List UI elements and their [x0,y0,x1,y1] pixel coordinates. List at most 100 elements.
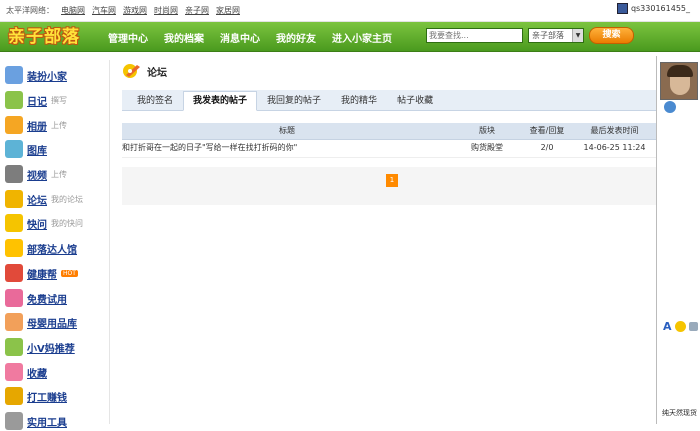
diary-icon [5,91,23,109]
chat-contact-avatar[interactable] [660,62,698,100]
column-header-last-post: 最后发表时间 [590,126,639,135]
site-links-label: 太平洋网络： [6,6,54,15]
sidebar-item[interactable]: 健康帮 HOT [5,263,78,283]
sidebar-item-label[interactable]: 母婴用品库 [27,315,77,330]
font-icon[interactable]: A [663,320,672,333]
search-input[interactable] [426,28,523,43]
nav-admin-center[interactable]: 管理中心 [108,30,148,45]
site-link-fashion[interactable]: 时尚网 [154,5,178,16]
column-header-title: 标题 [279,126,295,135]
sidebar-item-label[interactable]: 收藏 [27,365,47,380]
sidebar-item[interactable]: 收藏 [5,362,47,382]
sidebar-item-label[interactable]: 论坛 [27,192,47,207]
column-header-board: 版块 [479,126,495,135]
sidebar-item-label[interactable]: 实用工具 [27,414,67,429]
sidebar-item[interactable]: 装扮小家 [5,65,67,85]
online-status-icon [664,101,676,113]
album-icon [5,116,23,134]
page-title: 论坛 [122,62,167,80]
sidebar-item[interactable]: 图库 [5,139,47,159]
sidebar-item[interactable]: 相册 上传 [5,115,67,135]
sidebar-item-label[interactable]: 装扮小家 [27,68,67,83]
tab-my-signature[interactable]: 我的签名 [127,91,183,111]
nav-my-friends[interactable]: 我的好友 [276,30,316,45]
sidebar-item-sublink[interactable]: 我的论坛 [51,194,83,205]
sidebar-item-sublink[interactable]: 撰写 [51,95,67,106]
gift-icon [5,289,23,307]
sidebar-item-label[interactable]: 打工赚钱 [27,389,67,404]
forum-icon [5,190,23,208]
eraser-icon [5,363,23,381]
post-board-link[interactable]: 购货殿堂 [452,140,522,157]
hair-shape [667,65,693,77]
more-icon[interactable] [688,322,698,331]
star-icon [5,239,23,257]
sidebar-item-label[interactable]: 视频 [27,167,47,182]
gallery-icon [5,140,23,158]
sidebar-item-sublink[interactable]: 上传 [51,120,67,131]
tab-post-favorites[interactable]: 帖子收藏 [387,91,443,111]
emoji-icon[interactable] [674,321,686,332]
sidebar-item[interactable]: 实用工具 [5,411,67,431]
posts-table: 标题 版块 查看/回复 最后发表时间 和打折哥在一起的日子"写给一样在找打折码的… [122,123,657,158]
site-link-home[interactable]: 家居网 [216,5,240,16]
hot-badge: HOT [61,269,78,277]
site-link-games[interactable]: 游戏网 [123,5,147,16]
nav-my-profile[interactable]: 我的档案 [164,30,204,45]
tab-my-posts[interactable]: 我发表的帖子 [183,91,258,111]
forum-tabs: 我的签名 我发表的帖子 我回复的帖子 我的精华 帖子收藏 [122,90,657,111]
top-site-bar: 太平洋网络： 电脑网 汽车网 游戏网 时尚网 亲子网 家居网 qs3301614… [0,0,700,22]
sidebar-item[interactable]: 小V妈推荐 [5,337,75,357]
post-views: 2/0 [540,143,554,152]
book-icon [5,338,23,356]
tab-my-featured[interactable]: 我的精华 [331,91,387,111]
pagination: 1 [122,167,657,205]
forum-icon [123,64,140,78]
sidebar-item[interactable]: 打工赚钱 [5,386,67,406]
site-logo[interactable]: 亲子部落 [8,23,90,51]
user-avatar [616,3,628,14]
column-header-views: 查看/回复 [529,126,565,135]
sidebar-item[interactable]: 日记 撰写 [5,90,67,110]
sidebar-item[interactable]: 快问 我的快问 [5,213,83,233]
sidebar-item-label[interactable]: 相册 [27,118,47,133]
sidebar-item-sublink[interactable]: 上传 [51,169,67,180]
post-title-link[interactable]: 和打折哥在一起的日子"写给一样在找打折码的你" [122,140,452,157]
sidebar-item[interactable]: 论坛 我的论坛 [5,189,83,209]
site-link-pc[interactable]: 电脑网 [61,5,85,16]
nav-home-page[interactable]: 进入小家主页 [332,30,392,45]
site-link-parenting[interactable]: 亲子网 [185,5,209,16]
sidebar-item-label[interactable]: 日记 [27,93,47,108]
page-title-text: 论坛 [147,67,167,79]
magnet-icon [5,264,23,282]
coin-bag-icon [5,387,23,405]
search-scope-value: 亲子部落 [532,31,564,40]
sidebar-item-label[interactable]: 免费试用 [27,291,67,306]
question-icon [5,214,23,232]
site-link-auto[interactable]: 汽车网 [92,5,116,16]
sidebar-item-label[interactable]: 部落达人馆 [27,241,77,256]
paint-brush-icon [5,66,23,84]
sidebar-item-label[interactable]: 图库 [27,142,47,157]
sidebar-item-label[interactable]: 小V妈推荐 [27,340,75,355]
sidebar-item[interactable]: 部落达人馆 [5,238,77,258]
user-menu[interactable]: qs330161455_ [616,3,690,14]
page-number-current[interactable]: 1 [386,174,398,187]
sidebar-item[interactable]: 母婴用品库 [5,312,77,332]
sidebar-item[interactable]: 免费试用 [5,288,67,308]
sidebar-item[interactable]: 视频 上传 [5,164,67,184]
sidebar-item-label[interactable]: 快问 [27,216,47,231]
chevron-down-icon: ▼ [572,29,583,42]
bow-icon [5,313,23,331]
search-button[interactable]: 搜索 [589,27,634,44]
sidebar-item-sublink[interactable]: 我的快问 [51,218,83,229]
chat-input-text[interactable]: 纯天然现货 [662,408,700,418]
sidebar-item-label[interactable]: 健康帮 [27,266,57,281]
sidebar: 装扮小家 日记 撰写 相册 上传 图库 视频 上传 论坛 我的论坛 快问 我的快问 部落达人馆 健康帮 HO… [0,60,110,430]
chat-panel: A 纯天然现货 [656,56,700,424]
tab-my-replies[interactable]: 我回复的帖子 [257,91,331,111]
search-scope-select[interactable]: 亲子部落 ▼ [528,28,584,43]
nav-message-center[interactable]: 消息中心 [220,30,260,45]
site-links: 太平洋网络： 电脑网 汽车网 游戏网 时尚网 亲子网 家居网 [6,5,240,16]
username[interactable]: qs330161455_ [631,4,690,13]
